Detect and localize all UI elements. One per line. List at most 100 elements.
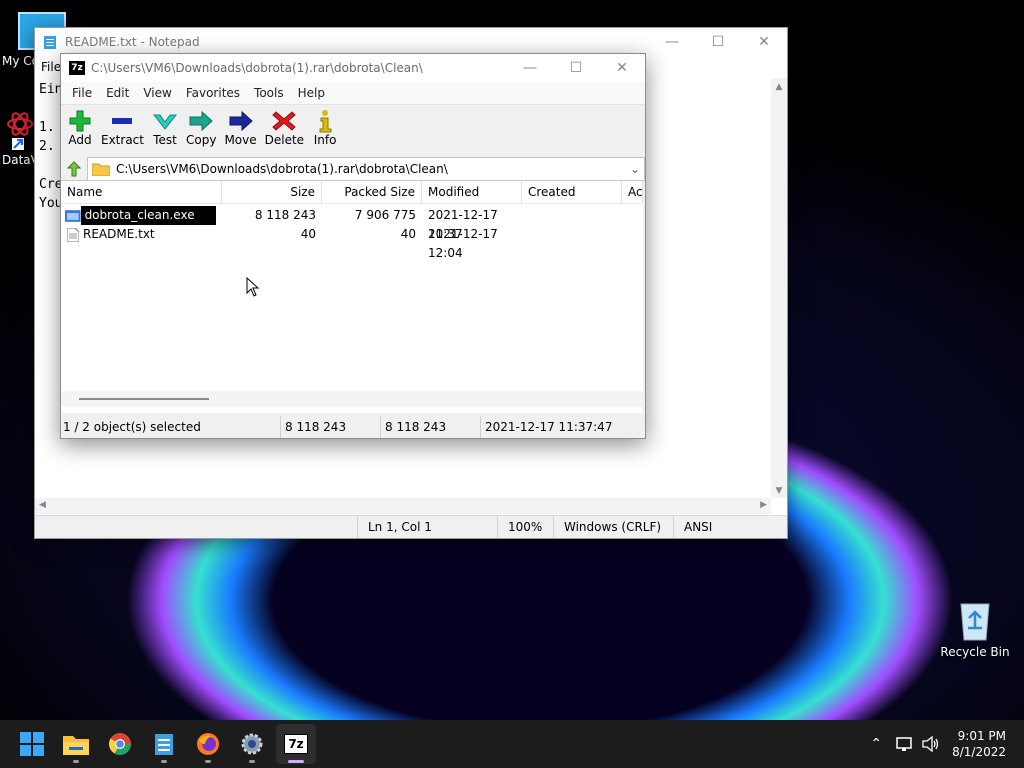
exe-file-icon bbox=[65, 209, 81, 222]
notepad-titlebar[interactable]: README.txt - Notepad — ☐ ✕ bbox=[35, 28, 787, 56]
info-icon bbox=[319, 110, 332, 133]
clock[interactable]: 9:01 PM 8/1/2022 bbox=[952, 728, 1006, 760]
scroll-right-arrow-icon[interactable]: ▶ bbox=[760, 500, 767, 510]
sevenzip-title: C:\Users\VM6\Downloads\dobrota(1).rar\do… bbox=[91, 61, 423, 75]
network-icon[interactable] bbox=[896, 736, 914, 752]
file-list[interactable]: Name Size Packed Size Modified Created A… bbox=[61, 180, 643, 413]
scroll-up-arrow-icon[interactable]: ▲ bbox=[771, 82, 787, 92]
notepad-horizontal-scrollbar[interactable]: ◀ ▶ bbox=[35, 498, 771, 514]
selection-count: 1 / 2 object(s) selected bbox=[61, 416, 281, 438]
notepad-statusbar: Ln 1, Col 1 100% Windows (CRLF) ANSI bbox=[35, 515, 787, 538]
file-list-horizontal-scrollbar[interactable] bbox=[61, 391, 643, 407]
notepad-icon bbox=[155, 734, 173, 755]
cursor-position: Ln 1, Col 1 bbox=[357, 516, 497, 538]
file-modified: 2021-12-17 12:04 bbox=[428, 227, 498, 260]
address-bar: C:\Users\VM6\Downloads\dobrota(1).rar\do… bbox=[61, 157, 645, 181]
taskbar-firefox[interactable] bbox=[188, 724, 228, 764]
taskbar-7zip[interactable]: 7z bbox=[276, 724, 316, 764]
close-button[interactable]: ✕ bbox=[599, 54, 645, 82]
file-packed-size: 7 906 775 bbox=[354, 208, 416, 222]
up-folder-button[interactable] bbox=[61, 157, 87, 181]
text-line bbox=[39, 99, 62, 118]
address-path: C:\Users\VM6\Downloads\dobrota(1).rar\do… bbox=[116, 162, 448, 176]
column-size[interactable]: Size bbox=[222, 181, 322, 203]
address-combobox[interactable]: C:\Users\VM6\Downloads\dobrota(1).rar\do… bbox=[87, 157, 645, 181]
minimize-button[interactable]: — bbox=[507, 54, 553, 82]
file-modified: 2021-12-17 11:37 bbox=[428, 208, 498, 241]
sevenzip-titlebar[interactable]: 7z C:\Users\VM6\Downloads\dobrota(1).rar… bbox=[61, 54, 645, 82]
column-packed-size[interactable]: Packed Size bbox=[322, 181, 422, 203]
menu-favorites[interactable]: Favorites bbox=[179, 86, 247, 100]
info-button[interactable]: Info bbox=[312, 109, 338, 147]
x-icon bbox=[272, 111, 297, 131]
plus-icon bbox=[69, 110, 91, 132]
chevron-up-icon[interactable]: ⌃ bbox=[870, 736, 882, 752]
taskbar-notepad[interactable] bbox=[144, 724, 184, 764]
selection-modified: 2021-12-17 11:37:47 bbox=[485, 420, 613, 434]
sevenzip-window[interactable]: 7z C:\Users\VM6\Downloads\dobrota(1).rar… bbox=[60, 53, 646, 439]
scrollbar-thumb[interactable] bbox=[79, 398, 209, 400]
file-name: dobrota_clean.exe bbox=[80, 206, 216, 225]
table-row[interactable]: README.txt 40 40 2021-12-17 12:04 bbox=[61, 225, 643, 260]
file-name: README.txt bbox=[83, 227, 155, 241]
taskbar-file-explorer[interactable] bbox=[56, 724, 96, 764]
maximize-button[interactable]: ☐ bbox=[695, 28, 741, 56]
notepad-title: README.txt - Notepad bbox=[65, 35, 200, 49]
menu-view[interactable]: View bbox=[136, 86, 178, 100]
close-button[interactable]: ✕ bbox=[741, 28, 787, 56]
gear-icon bbox=[241, 733, 263, 755]
extract-button[interactable]: Extract bbox=[101, 109, 144, 147]
file-list-header: Name Size Packed Size Modified Created A… bbox=[61, 181, 643, 204]
column-name[interactable]: Name bbox=[61, 181, 222, 203]
notepad-icon bbox=[44, 36, 56, 49]
delete-button[interactable]: Delete bbox=[265, 109, 304, 147]
add-button[interactable]: Add bbox=[67, 109, 93, 147]
column-created[interactable]: Created bbox=[522, 181, 622, 203]
taskbar-chrome[interactable] bbox=[100, 724, 140, 764]
text-line: 2. bbox=[39, 139, 55, 154]
folder-icon bbox=[63, 736, 89, 755]
move-button[interactable]: Move bbox=[224, 109, 257, 147]
menu-file[interactable]: File bbox=[41, 60, 61, 74]
system-tray: ⌃ 9:01 PM 8/1/2022 bbox=[870, 728, 1024, 760]
sevenzip-logo-icon: 7z bbox=[69, 61, 85, 75]
arrow-right-icon bbox=[189, 110, 213, 132]
column-modified[interactable]: Modified bbox=[422, 181, 522, 203]
column-accessed[interactable]: Ac bbox=[622, 181, 643, 203]
file-size: 40 bbox=[300, 227, 316, 241]
atom-shortcut-icon bbox=[7, 112, 33, 150]
sevenzip-statusbar: 1 / 2 object(s) selected 8 118 243 8 118… bbox=[61, 416, 643, 438]
file-packed-size: 40 bbox=[400, 227, 416, 241]
zoom-level: 100% bbox=[497, 516, 553, 538]
encoding: ANSI bbox=[673, 516, 787, 538]
start-button[interactable] bbox=[12, 724, 52, 764]
copy-button[interactable]: Copy bbox=[186, 109, 216, 147]
sevenzip-menubar: File Edit View Favorites Tools Help bbox=[61, 82, 645, 104]
scroll-left-arrow-icon[interactable]: ◀ bbox=[39, 500, 46, 510]
chevron-down-icon[interactable]: ⌄ bbox=[626, 162, 644, 176]
desktop-icon-label: Recycle Bin bbox=[940, 645, 1010, 659]
folder-icon bbox=[92, 163, 110, 176]
volume-icon[interactable] bbox=[922, 736, 940, 752]
notepad-vertical-scrollbar[interactable]: ▲ ▼ bbox=[771, 78, 787, 498]
taskbar: 7z ⌃ 9:01 PM 8/1/2022 bbox=[0, 720, 1024, 768]
windows-logo-icon bbox=[20, 732, 44, 756]
selection-packed-size: 8 118 243 bbox=[381, 416, 481, 438]
desktop-icon-recycle-bin[interactable]: Recycle Bin bbox=[940, 598, 1010, 659]
menu-edit[interactable]: Edit bbox=[99, 86, 136, 100]
clock-time: 9:01 PM bbox=[957, 729, 1006, 743]
scroll-down-arrow-icon[interactable]: ▼ bbox=[771, 486, 787, 496]
test-button[interactable]: Test bbox=[152, 109, 178, 147]
sevenzip-toolbar: Add Extract Test Copy Move Delete Info bbox=[61, 104, 645, 155]
minus-icon bbox=[112, 118, 133, 124]
table-row[interactable]: dobrota_clean.exe 8 118 243 7 906 775 20… bbox=[61, 206, 643, 241]
menu-file[interactable]: File bbox=[65, 86, 99, 100]
taskbar-settings[interactable] bbox=[232, 724, 272, 764]
maximize-button[interactable]: ☐ bbox=[553, 54, 599, 82]
recycle-bin-icon bbox=[960, 603, 990, 641]
minimize-button[interactable]: — bbox=[649, 28, 695, 56]
text-line: Cre bbox=[39, 177, 63, 192]
menu-help[interactable]: Help bbox=[291, 86, 332, 100]
selection-size: 8 118 243 bbox=[281, 416, 381, 438]
menu-tools[interactable]: Tools bbox=[247, 86, 291, 100]
